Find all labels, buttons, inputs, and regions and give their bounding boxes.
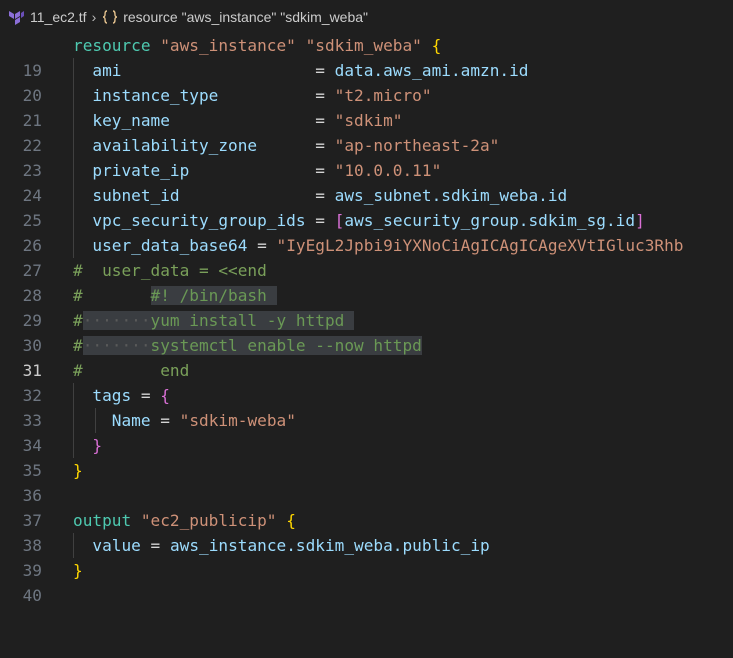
code-line[interactable]: 32 # end [0,358,733,405]
attr-instance-type: instance_type [92,86,219,105]
attr-name: Name [111,411,151,430]
code-line[interactable]: 26 vpc_security_group_ids = [aws_securit… [0,208,733,255]
selected-comment-text: yum install -y httpd [150,311,345,330]
comment-hash: # [73,336,83,355]
attr-vpc-security-group-ids: vpc_security_group_ids [92,211,306,230]
code-line[interactable]: 33 tags = { [0,383,733,430]
value-ami: data.aws_ami.amzn.id [334,61,529,80]
comment-hash: # [73,311,83,330]
value-instance-type: "t2.micro" [334,86,432,105]
value-availability-zone: "ap-northeast-2a" [334,136,500,155]
value-user-data-base64: "IyEgL2Jpbi9iYXNoCiAgICAgICAgeXVtIGluc3R… [276,236,684,255]
comment-line: # end [73,361,190,380]
code-editor[interactable]: 19 resource "aws_instance" "sdkim_weba" … [0,33,733,605]
code-line[interactable]: 24 private_ip = "10.0.0.11" [0,158,733,205]
selected-comment-text: systemctl enable --now httpd [150,336,422,355]
code-line[interactable]: 28 # user_data = <<end [0,258,733,305]
resource-type: "aws_instance" [160,36,296,55]
attr-value: value [92,536,141,555]
attr-availability-zone: availability_zone [92,136,258,155]
selected-comment-text: #! /bin/bash [150,286,267,305]
code-line[interactable]: 27 user_data_base64 = "IyEgL2Jpbi9iYXNoC… [0,233,733,280]
output-name: "ec2_publicip" [140,511,277,530]
breadcrumb: 11_ec2.tf › resource "aws_instance" "sdk… [0,0,733,33]
code-line[interactable]: 19 resource "aws_instance" "sdkim_weba" … [0,33,733,80]
chevron-right-icon: › [91,8,97,25]
symbol-braces-icon [102,9,118,25]
attr-subnet-id: subnet_id [92,186,180,205]
value-vpc-security-group-ids: aws_security_group.sdkim_sg.id [344,211,636,230]
code-line[interactable]: 36 } [0,458,733,505]
code-line[interactable]: 20 ami = data.aws_ami.amzn.id [0,58,733,105]
code-line[interactable]: 23 availability_zone = "ap-northeast-2a" [0,133,733,180]
terraform-icon [8,9,24,25]
resource-name: "sdkim_weba" [305,36,422,55]
code-line[interactable]: 34 Name = "sdkim-weba" [0,408,733,455]
code-line[interactable]: 38 output "ec2_publicip" { [0,508,733,555]
attr-key-name: key_name [92,111,170,130]
value-private-ip: "10.0.0.11" [334,161,442,180]
code-line[interactable]: 39 value = aws_instance.sdkim_weba.publi… [0,533,733,580]
attr-private-ip: private_ip [92,161,190,180]
comment-line: # user_data = <<end [73,261,267,280]
code-line[interactable]: 40 } [0,558,733,605]
attr-user-data-base64: user_data_base64 [92,236,248,255]
code-line[interactable]: 25 subnet_id = aws_subnet.sdkim_weba.id [0,183,733,230]
line-number: 40 [22,586,42,605]
keyword-output: output [73,511,132,530]
comment-hash: # [73,286,83,305]
keyword-resource: resource [73,36,151,55]
attr-tags: tags [92,386,132,405]
breadcrumb-symbol[interactable]: resource "aws_instance" "sdkim_weba" [123,9,368,25]
value-key-name: "sdkim" [334,111,403,130]
breadcrumb-file[interactable]: 11_ec2.tf [30,9,87,25]
code-line[interactable]: 37 [0,483,733,530]
value-output: aws_instance.sdkim_weba.public_ip [169,536,490,555]
attr-ami: ami [92,61,122,80]
code-line[interactable]: 21 instance_type = "t2.micro" [0,83,733,130]
code-line[interactable]: 22 key_name = "sdkim" [0,108,733,155]
code-line[interactable]: 35 } [0,433,733,480]
code-line[interactable]: 29 # #! /bin/bash [0,283,733,330]
code-line[interactable]: 30 #·······yum install -y httpd [0,308,733,355]
code-line-active[interactable]: 31 #·······systemctl enable --now httpd [0,333,733,380]
value-name: "sdkim-weba" [179,411,296,430]
value-subnet-id: aws_subnet.sdkim_weba.id [334,186,568,205]
